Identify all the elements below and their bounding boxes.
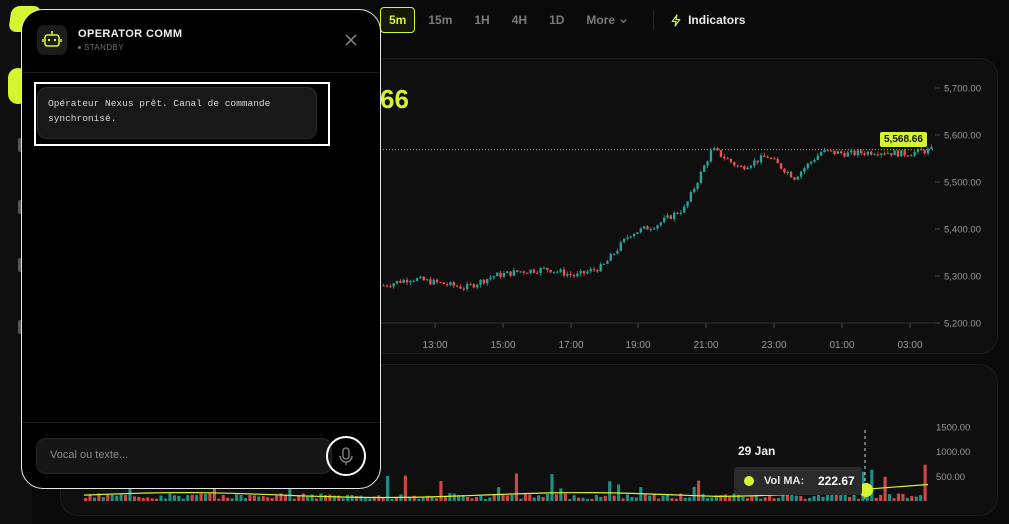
robot-avatar [37,25,67,55]
timeframe-1h[interactable]: 1H [465,7,498,33]
vol-ma-dot-icon [744,476,754,486]
modal-header: OPERATOR COMM STANDBY [22,10,380,73]
current-price-display: 66 [380,84,409,114]
status-dot-icon [78,46,81,50]
modal-footer: Vocal ou texte... [22,422,380,488]
lightning-icon [671,13,681,27]
robot-icon [42,31,62,47]
timeframe-4h[interactable]: 4H [503,7,536,33]
timeframe-5m[interactable]: 5m [380,7,416,33]
modal-status-text: STANDBY [84,43,124,52]
modal-title: OPERATOR COMM [78,28,183,40]
timeframe-15m[interactable]: 15m [419,7,461,33]
chart-tooltip: 29 Jan Vol MA: 222.67 [730,437,862,499]
close-icon[interactable] [342,31,360,49]
message-highlight-box [34,82,330,146]
toolbar-divider [653,10,655,30]
timeframe-toolbar: 5m 15m 1H 4H 1D More Indicators [380,6,745,34]
command-input[interactable]: Vocal ou texte... [36,438,332,474]
timeframe-1d[interactable]: 1D [540,7,573,33]
microphone-button[interactable] [326,436,366,476]
more-dropdown[interactable]: More [577,7,637,33]
operator-comm-modal: OPERATOR COMM STANDBY Opérateur Nexus pr… [21,9,381,489]
last-price-tag: 5,568.66 [880,132,927,147]
indicators-label: Indicators [688,13,746,27]
more-label: More [586,13,616,27]
tooltip-row: Vol MA: 222.67 [734,467,862,495]
chevron-down-icon [620,18,627,23]
indicators-button[interactable]: Indicators [670,13,745,27]
modal-status: STANDBY [78,43,124,52]
tooltip-value: 222.67 [818,474,855,488]
microphone-icon [339,447,353,465]
tooltip-date: 29 Jan [738,444,776,458]
tooltip-label: Vol MA: [764,475,805,487]
